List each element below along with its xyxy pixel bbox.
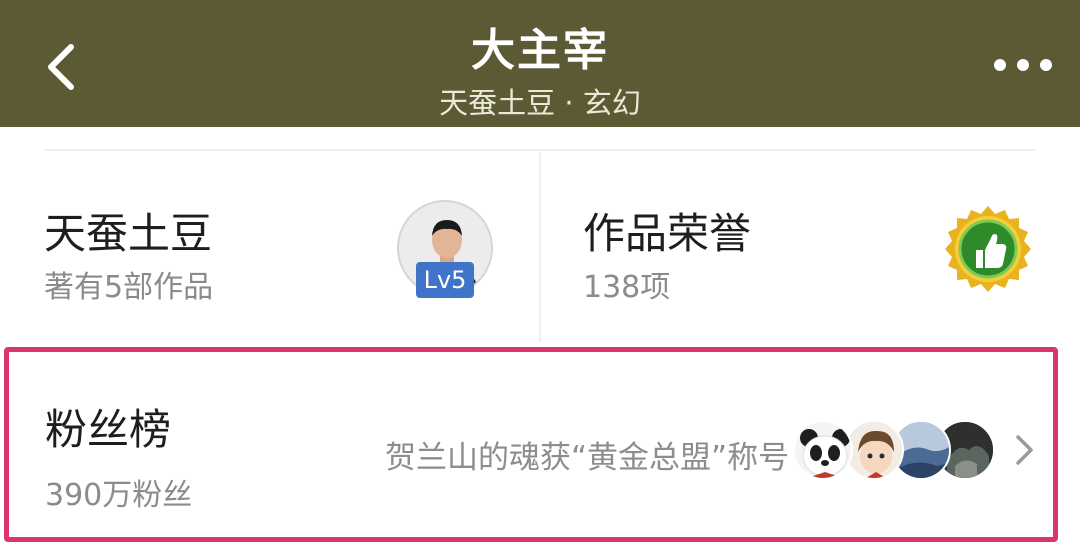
fan-count: 390万粉丝 (45, 478, 193, 513)
fan-ranking-row[interactable]: 粉丝榜 390万粉丝 贺兰山的魂获“黄金总盟”称号 (4, 347, 1058, 542)
chevron-right-icon (1016, 435, 1033, 465)
honor-card[interactable]: 作品荣誉 138项 (541, 152, 1080, 342)
book-subtitle: 天蚕土豆 · 玄幻 (439, 86, 641, 120)
honor-title: 作品荣誉 (583, 209, 752, 258)
fan-ranking-title: 粉丝榜 (45, 405, 172, 454)
more-button[interactable] (988, 40, 1058, 90)
panda-avatar (793, 420, 853, 480)
level-badge: Lv5 (416, 262, 474, 298)
honor-count: 138项 (583, 270, 671, 305)
author-card[interactable]: 天蚕土豆 著有5部作品 Lv5 (0, 152, 538, 342)
fan-ranking-news: 贺兰山的魂获“黄金总盟”称号 (385, 440, 790, 476)
author-works-count: 著有5部作品 (44, 270, 214, 305)
divider (44, 149, 1036, 151)
anime-boy-avatar (844, 420, 904, 480)
thumbs-up-medal-icon (945, 206, 1031, 292)
more-horizontal-icon (994, 59, 1052, 71)
author-name: 天蚕土豆 (44, 209, 213, 258)
top-nav-bar: 大主宰 天蚕土豆 · 玄幻 (0, 0, 1080, 127)
book-title: 大主宰 (471, 25, 609, 76)
